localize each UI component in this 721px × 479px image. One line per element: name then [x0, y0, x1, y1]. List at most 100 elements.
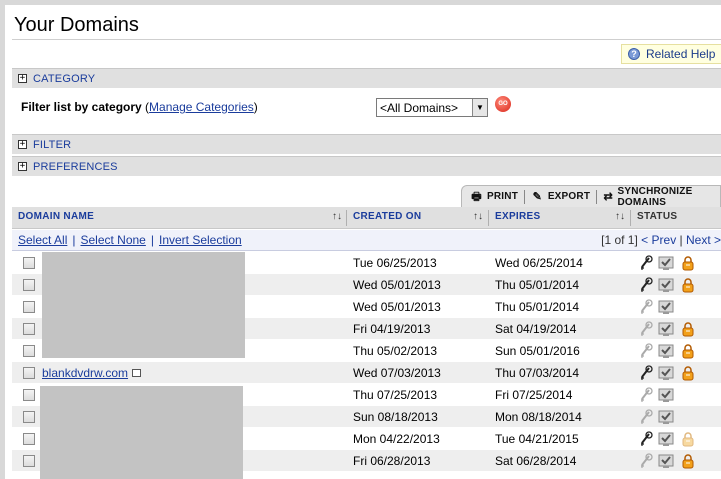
row-checkbox[interactable] [23, 455, 35, 467]
row-checkbox[interactable] [23, 433, 35, 445]
created-on-cell: Thu 05/02/2013 [353, 344, 438, 358]
go-button[interactable]: GO [495, 96, 511, 112]
page-info: [1 of 1] [601, 233, 638, 247]
auto-renew-inactive-icon[interactable] [638, 387, 654, 403]
table-row: blankdvdrw.com Wed 07/03/2013 Thu 07/03/20… [12, 362, 721, 384]
created-on-cell: Fri 06/28/2013 [353, 454, 431, 468]
auto-renew-active-icon[interactable] [638, 365, 654, 381]
sort-icon[interactable]: ↑↓ [473, 207, 483, 229]
verified-check-icon[interactable] [658, 453, 674, 469]
filter-by-category-label: Filter list by category (Manage Categori… [21, 100, 258, 114]
verified-check-icon[interactable] [658, 343, 674, 359]
section-preferences-label: PREFERENCES [33, 160, 118, 173]
auto-renew-inactive-icon[interactable] [638, 409, 654, 425]
auto-renew-active-icon[interactable] [638, 255, 654, 271]
created-on-cell: Sun 08/18/2013 [353, 410, 438, 424]
chevron-down-icon[interactable]: ▼ [472, 99, 487, 116]
row-checkbox[interactable] [23, 367, 35, 379]
invert-selection-link[interactable]: Invert Selection [159, 233, 242, 247]
row-checkbox[interactable] [23, 257, 35, 269]
prev-page-link[interactable]: < Prev [641, 233, 676, 247]
separator: | [72, 233, 76, 247]
page-title: Your Domains [14, 14, 139, 36]
verified-check-icon[interactable] [658, 321, 674, 337]
verified-check-icon[interactable] [658, 299, 674, 315]
select-all-link[interactable]: Select All [18, 233, 67, 247]
expires-cell: Thu 05/01/2014 [495, 300, 580, 314]
section-category-toggle[interactable]: + CATEGORY [12, 68, 721, 88]
printer-icon: 🖶 [471, 190, 482, 203]
export-button[interactable]: ✎ EXPORT [531, 191, 590, 203]
toolbar-divider [596, 189, 597, 204]
domain-link[interactable]: blankdvdrw.com [42, 366, 128, 380]
auto-renew-active-icon[interactable] [638, 431, 654, 447]
synchronize-domains-button[interactable]: ⇄ SYNCHRONIZE DOMAINS [603, 186, 720, 208]
created-on-cell: Fri 04/19/2013 [353, 322, 431, 336]
grid-header: DOMAIN NAME ↑↓ CREATED ON ↑↓ EXPIRES ↑↓ … [12, 207, 721, 229]
expires-cell: Mon 08/18/2014 [495, 410, 582, 424]
expires-cell: Fri 07/25/2014 [495, 388, 573, 402]
row-checkbox[interactable] [23, 389, 35, 401]
row-checkbox[interactable] [23, 411, 35, 423]
toolbar-divider [524, 189, 525, 204]
domain-lock-icon[interactable] [680, 321, 696, 337]
print-label: PRINT [487, 191, 518, 202]
sort-icon[interactable]: ↑↓ [332, 207, 342, 229]
domain-name-cell: blankdvdrw.com [42, 362, 142, 384]
auto-renew-inactive-icon[interactable] [638, 299, 654, 315]
domain-lock-icon[interactable] [680, 343, 696, 359]
column-created-on[interactable]: CREATED ON [347, 207, 488, 229]
row-checkbox[interactable] [23, 301, 35, 313]
next-page-link[interactable]: Next > [686, 233, 721, 247]
created-on-cell: Wed 05/01/2013 [353, 300, 441, 314]
expires-cell: Thu 05/01/2014 [495, 278, 580, 292]
row-checkbox[interactable] [23, 345, 35, 357]
auto-renew-inactive-icon[interactable] [638, 321, 654, 337]
separator: | [150, 233, 154, 247]
section-filter-toggle[interactable]: + FILTER [12, 134, 721, 154]
related-help-button[interactable]: ? Related Help [621, 44, 721, 64]
sync-icon: ⇄ [603, 190, 613, 203]
domain-lock-icon[interactable] [680, 453, 696, 469]
redacted-domains-block [40, 386, 243, 479]
column-expires[interactable]: EXPIRES [489, 207, 630, 229]
auto-renew-inactive-icon[interactable] [638, 343, 654, 359]
manage-categories-link[interactable]: Manage Categories [149, 100, 254, 114]
column-domain-name[interactable]: DOMAIN NAME [12, 207, 352, 229]
select-none-link[interactable]: Select None [80, 233, 145, 247]
verified-check-icon[interactable] [658, 387, 674, 403]
expires-cell: Sun 05/01/2016 [495, 344, 580, 358]
note-icon[interactable] [132, 368, 142, 377]
expand-icon: + [18, 161, 27, 171]
title-divider [12, 39, 721, 40]
expand-icon: + [18, 139, 27, 149]
row-checkbox[interactable] [23, 323, 35, 335]
verified-check-icon[interactable] [658, 409, 674, 425]
filter-label-text: Filter list by category [21, 100, 142, 114]
selection-bar: Select All | Select None | Invert Select… [12, 230, 721, 251]
export-icon: ✎ [532, 190, 543, 203]
auto-renew-active-icon[interactable] [638, 277, 654, 293]
verified-check-icon[interactable] [658, 255, 674, 271]
created-on-cell: Tue 06/25/2013 [353, 256, 437, 270]
export-label: EXPORT [547, 191, 591, 202]
domain-lock-icon[interactable] [680, 365, 696, 381]
domain-lock-icon[interactable] [680, 255, 696, 271]
print-button[interactable]: 🖶 PRINT [470, 191, 518, 203]
verified-check-icon[interactable] [658, 277, 674, 293]
section-preferences-toggle[interactable]: + PREFERENCES [12, 156, 721, 176]
top-frame-bar [0, 0, 721, 5]
expand-icon: + [18, 73, 27, 83]
synchronize-label: SYNCHRONIZE DOMAINS [617, 185, 693, 208]
expires-cell: Sat 06/28/2014 [495, 454, 577, 468]
verified-check-icon[interactable] [658, 365, 674, 381]
category-select[interactable]: <All Domains> ▼ [376, 98, 488, 117]
related-help-label: Related Help [646, 47, 716, 61]
domain-lock-icon[interactable] [680, 431, 696, 447]
sort-icon[interactable]: ↑↓ [615, 207, 625, 229]
auto-renew-inactive-icon[interactable] [638, 453, 654, 469]
verified-check-icon[interactable] [658, 431, 674, 447]
row-checkbox[interactable] [23, 279, 35, 291]
domain-lock-icon[interactable] [680, 277, 696, 293]
column-status: STATUS [637, 211, 678, 222]
